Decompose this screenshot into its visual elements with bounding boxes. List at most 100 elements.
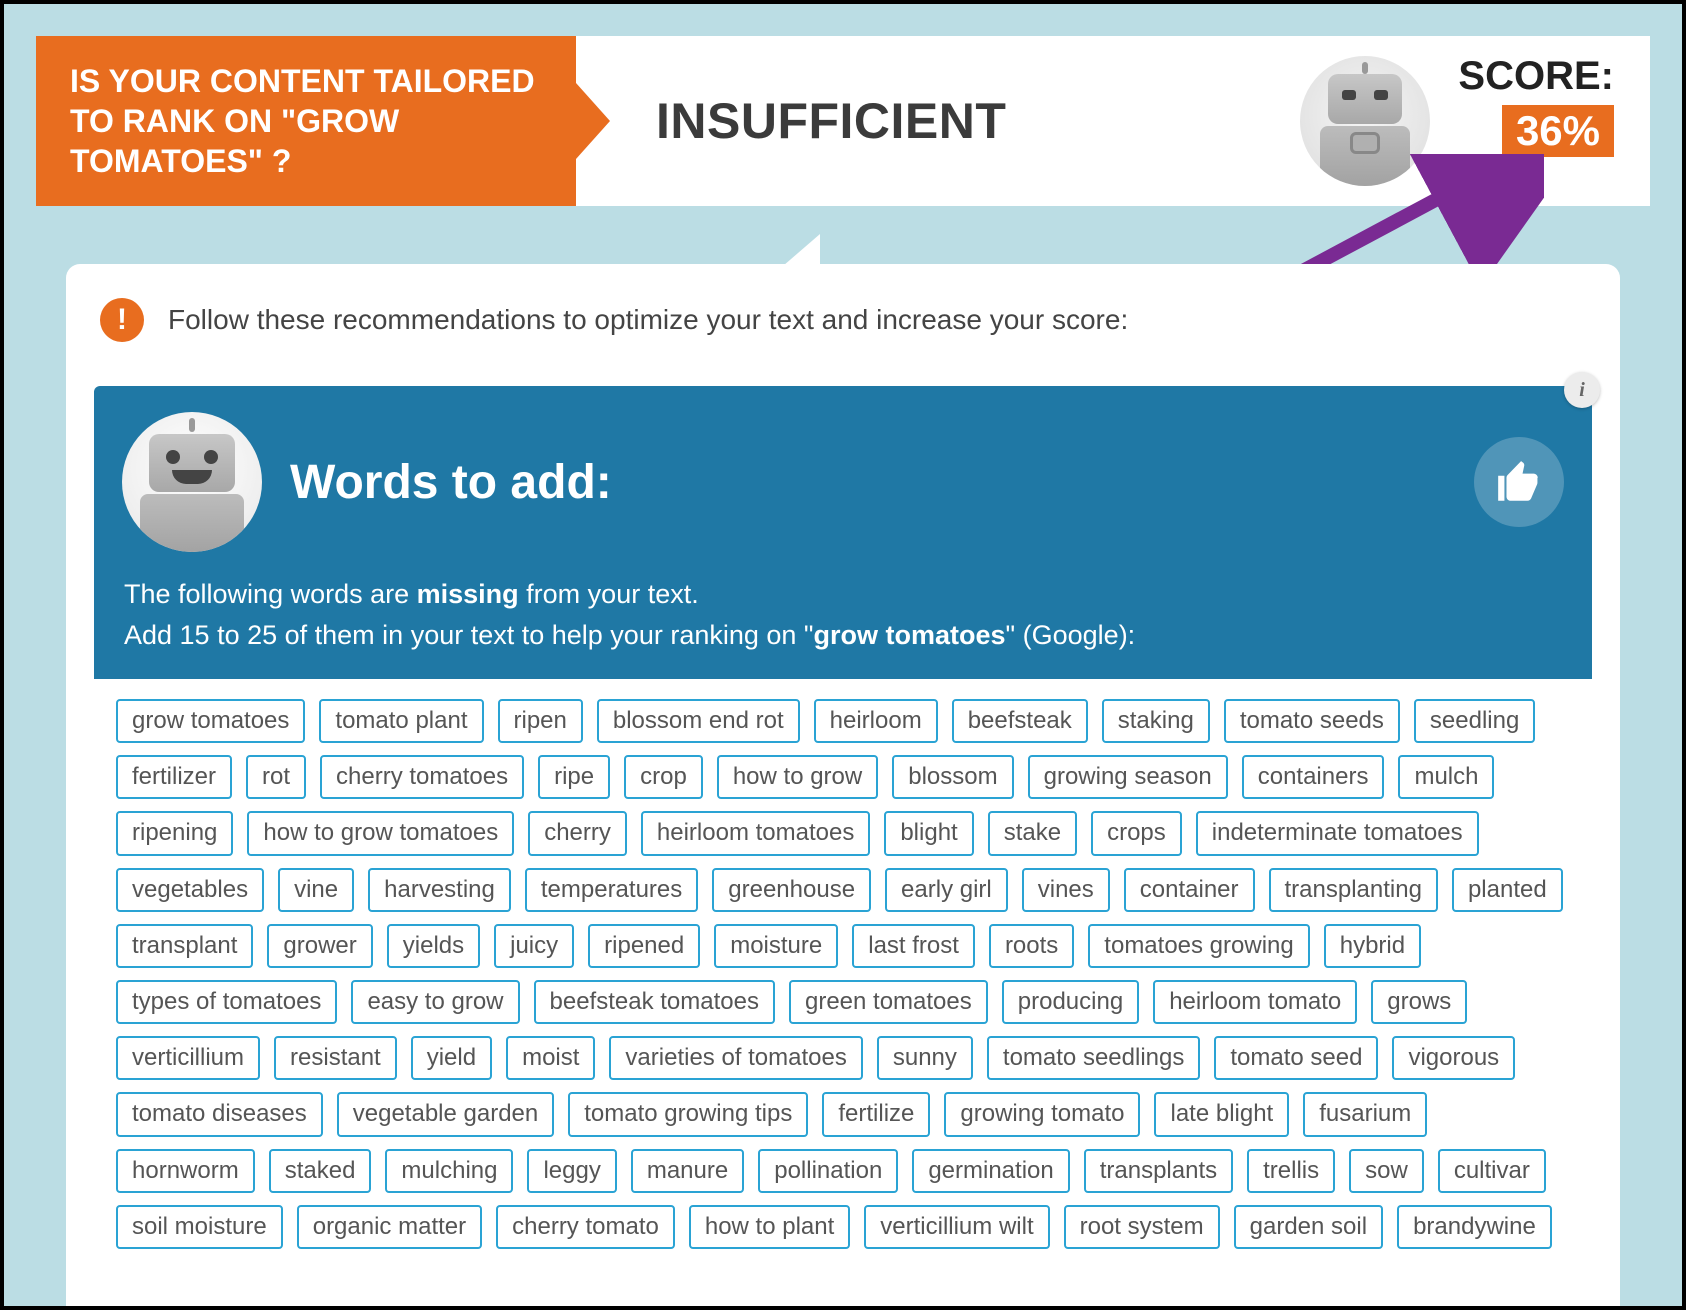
keyword-tag[interactable]: roots bbox=[989, 924, 1074, 968]
keyword-tag[interactable]: fertilizer bbox=[116, 755, 232, 799]
keyword-tag[interactable]: organic matter bbox=[297, 1205, 482, 1249]
keyword-tag[interactable]: resistant bbox=[274, 1036, 397, 1080]
keyword-tag[interactable]: growing tomato bbox=[944, 1092, 1140, 1136]
keyword-tag[interactable]: blossom bbox=[892, 755, 1013, 799]
keyword-tag[interactable]: fusarium bbox=[1303, 1092, 1427, 1136]
keyword-tag[interactable]: heirloom bbox=[814, 699, 938, 743]
keyword-tag[interactable]: transplants bbox=[1084, 1149, 1233, 1193]
keyword-tag[interactable]: blight bbox=[884, 811, 973, 855]
keyword-tag[interactable]: leggy bbox=[527, 1149, 616, 1193]
keyword-tag[interactable]: hybrid bbox=[1324, 924, 1421, 968]
keyword-tag[interactable]: vegetables bbox=[116, 868, 264, 912]
panel-header: Words to add: bbox=[94, 386, 1592, 562]
keyword-tag[interactable]: late blight bbox=[1154, 1092, 1289, 1136]
keyword-tag[interactable]: ripe bbox=[538, 755, 610, 799]
recommendation-row: ! Follow these recommendations to optimi… bbox=[94, 292, 1592, 366]
alert-icon: ! bbox=[100, 298, 144, 342]
keyword-tag[interactable]: mulching bbox=[385, 1149, 513, 1193]
keyword-tag[interactable]: tomatoes growing bbox=[1088, 924, 1309, 968]
keyword-tag[interactable]: tomato growing tips bbox=[568, 1092, 808, 1136]
keyword-tag[interactable]: cherry tomatoes bbox=[320, 755, 524, 799]
keyword-tag[interactable]: harvesting bbox=[368, 868, 511, 912]
keyword-tag[interactable]: containers bbox=[1242, 755, 1385, 799]
keyword-tag[interactable]: grower bbox=[267, 924, 372, 968]
keyword-tag[interactable]: grow tomatoes bbox=[116, 699, 305, 743]
keyword-tag[interactable]: tomato plant bbox=[319, 699, 483, 743]
keyword-tag[interactable]: manure bbox=[631, 1149, 744, 1193]
keyword-tag[interactable]: cherry bbox=[528, 811, 627, 855]
keyword-tag[interactable]: trellis bbox=[1247, 1149, 1335, 1193]
keyword-tag[interactable]: early girl bbox=[885, 868, 1008, 912]
keyword-tag[interactable]: green tomatoes bbox=[789, 980, 988, 1024]
keyword-tag[interactable]: grows bbox=[1371, 980, 1467, 1024]
keyword-tag[interactable]: crop bbox=[624, 755, 703, 799]
keyword-tag[interactable]: fertilize bbox=[822, 1092, 930, 1136]
keyword-tag[interactable]: transplant bbox=[116, 924, 253, 968]
keyword-tag[interactable]: seedling bbox=[1414, 699, 1535, 743]
keyword-tag[interactable]: hornworm bbox=[116, 1149, 255, 1193]
keyword-tag[interactable]: how to grow bbox=[717, 755, 878, 799]
keyword-tag[interactable]: planted bbox=[1452, 868, 1563, 912]
app-frame: IS YOUR CONTENT TAILORED TO RANK ON "GRO… bbox=[0, 0, 1686, 1310]
keyword-tag[interactable]: how to grow tomatoes bbox=[247, 811, 514, 855]
keyword-tag[interactable]: yields bbox=[387, 924, 480, 968]
keyword-tag[interactable]: juicy bbox=[494, 924, 574, 968]
keyword-tag[interactable]: greenhouse bbox=[712, 868, 871, 912]
keyword-tag[interactable]: garden soil bbox=[1234, 1205, 1383, 1249]
keyword-tag[interactable]: types of tomatoes bbox=[116, 980, 337, 1024]
keyword-tag[interactable]: indeterminate tomatoes bbox=[1196, 811, 1479, 855]
info-button[interactable]: i bbox=[1564, 372, 1600, 408]
keyword-tag[interactable]: vine bbox=[278, 868, 354, 912]
keyword-tag[interactable]: heirloom tomato bbox=[1153, 980, 1357, 1024]
keyword-tag[interactable]: tomato seed bbox=[1214, 1036, 1378, 1080]
keyword-tag[interactable]: sow bbox=[1349, 1149, 1424, 1193]
keyword-tag[interactable]: container bbox=[1124, 868, 1255, 912]
keyword-tag[interactable]: soil moisture bbox=[116, 1205, 283, 1249]
keyword-tag[interactable]: last frost bbox=[852, 924, 975, 968]
keyword-tag[interactable]: growing season bbox=[1028, 755, 1228, 799]
keyword-tag[interactable]: tomato seeds bbox=[1224, 699, 1400, 743]
recommendation-text: Follow these recommendations to optimize… bbox=[168, 304, 1128, 336]
keyword-tag[interactable]: moist bbox=[506, 1036, 595, 1080]
keyword-tag[interactable]: ripening bbox=[116, 811, 233, 855]
keyword-tag[interactable]: transplanting bbox=[1269, 868, 1438, 912]
keyword-tag[interactable]: ripen bbox=[498, 699, 583, 743]
keyword-tag[interactable]: staking bbox=[1102, 699, 1210, 743]
keyword-tag[interactable]: beefsteak tomatoes bbox=[534, 980, 775, 1024]
keyword-tag[interactable]: vegetable garden bbox=[337, 1092, 554, 1136]
keyword-tag[interactable]: verticillium bbox=[116, 1036, 260, 1080]
keyword-tag[interactable]: tomato seedlings bbox=[987, 1036, 1200, 1080]
robot-neutral-icon bbox=[1300, 56, 1430, 186]
keyword-tag[interactable]: beefsteak bbox=[952, 699, 1088, 743]
keyword-tag[interactable]: germination bbox=[912, 1149, 1069, 1193]
keyword-tag[interactable]: rot bbox=[246, 755, 306, 799]
keyword-tag[interactable]: sunny bbox=[877, 1036, 973, 1080]
keyword-tag[interactable]: how to plant bbox=[689, 1205, 850, 1249]
keyword-tag[interactable]: tomato diseases bbox=[116, 1092, 323, 1136]
keyword-tag[interactable]: moisture bbox=[714, 924, 838, 968]
thumbs-up-icon bbox=[1474, 437, 1564, 527]
keyword-tag[interactable]: pollination bbox=[758, 1149, 898, 1193]
banner-status-text: INSUFFICIENT bbox=[656, 92, 1006, 150]
keyword-tag[interactable]: vines bbox=[1022, 868, 1110, 912]
keyword-tag[interactable]: stake bbox=[988, 811, 1077, 855]
keyword-tag[interactable]: temperatures bbox=[525, 868, 698, 912]
banner-score: SCORE: 36% bbox=[1458, 36, 1650, 206]
keyword-tag[interactable]: blossom end rot bbox=[597, 699, 800, 743]
keyword-tag[interactable]: vigorous bbox=[1392, 1036, 1515, 1080]
keyword-tag[interactable]: mulch bbox=[1398, 755, 1494, 799]
keyword-tag[interactable]: producing bbox=[1002, 980, 1139, 1024]
keyword-tag[interactable]: staked bbox=[269, 1149, 372, 1193]
keyword-tag[interactable]: cultivar bbox=[1438, 1149, 1546, 1193]
keyword-tag[interactable]: easy to grow bbox=[351, 980, 519, 1024]
keyword-tag[interactable]: verticillium wilt bbox=[864, 1205, 1049, 1249]
keyword-tag[interactable]: crops bbox=[1091, 811, 1182, 855]
score-value: 36% bbox=[1502, 105, 1614, 157]
keyword-tag[interactable]: yield bbox=[411, 1036, 492, 1080]
keyword-tag[interactable]: ripened bbox=[588, 924, 700, 968]
keyword-tag[interactable]: root system bbox=[1064, 1205, 1220, 1249]
keyword-tag[interactable]: varieties of tomatoes bbox=[609, 1036, 862, 1080]
keyword-tag[interactable]: cherry tomato bbox=[496, 1205, 675, 1249]
keyword-tag[interactable]: heirloom tomatoes bbox=[641, 811, 870, 855]
keyword-tag[interactable]: brandywine bbox=[1397, 1205, 1552, 1249]
